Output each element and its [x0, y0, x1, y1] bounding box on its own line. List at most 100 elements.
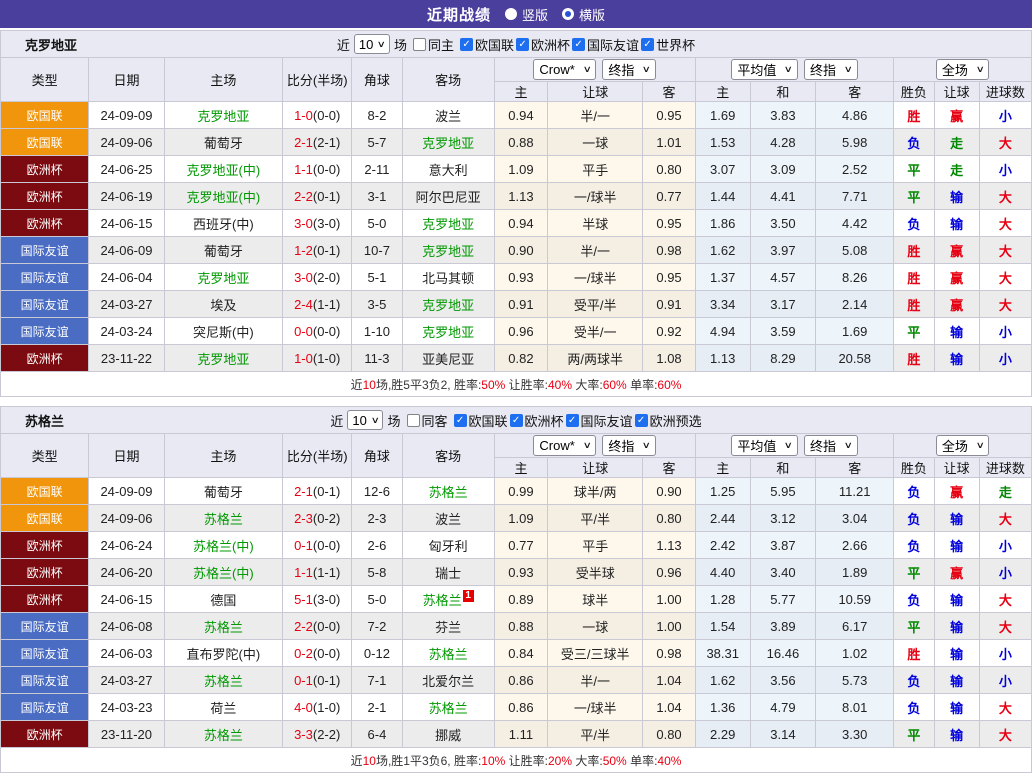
checkbox-checked-icon[interactable]: ✓: [453, 413, 467, 427]
checkbox-checked-icon[interactable]: ✓: [572, 37, 586, 51]
match-score: 2-4(1-1): [282, 290, 353, 318]
result-handicap: 输: [933, 504, 980, 532]
fulltime-score: 0-0: [294, 323, 313, 339]
match-count-select[interactable]: 10 ∨: [347, 410, 384, 430]
home-team-link[interactable]: 西班牙(中): [193, 217, 254, 232]
away-team-link[interactable]: 匈牙利: [429, 539, 468, 554]
away-team-link[interactable]: 克罗地亚: [422, 136, 474, 151]
away-team-link[interactable]: 北马其顿: [422, 271, 474, 286]
home-team-cell: 苏格兰(中): [163, 558, 284, 586]
radio-unselected-icon[interactable]: [504, 8, 517, 20]
league-filter[interactable]: ✓ 世界杯: [641, 35, 695, 54]
home-team-link[interactable]: 葡萄牙: [204, 244, 243, 259]
home-team-link[interactable]: 葡萄牙: [204, 485, 243, 500]
average-select[interactable]: 平均值 ∨: [731, 435, 798, 456]
home-team-link[interactable]: 克罗地亚: [197, 352, 249, 367]
home-team-cell: 苏格兰: [163, 504, 284, 532]
league-filter[interactable]: ✓ 欧洲杯: [516, 35, 570, 54]
result-outcome: 平: [893, 317, 935, 345]
league-filter[interactable]: ✓ 国际友谊: [565, 411, 633, 430]
away-team-link[interactable]: 克罗地亚: [422, 298, 474, 313]
away-team-link[interactable]: 克罗地亚: [422, 217, 474, 232]
checkbox-checked-icon[interactable]: ✓: [460, 37, 474, 51]
away-team-link[interactable]: 苏格兰: [423, 593, 462, 608]
col-corner: 角球: [351, 57, 403, 102]
halftime-score: (3-0): [312, 215, 341, 231]
summary-segment: 让胜率:: [505, 377, 548, 392]
checkbox-checked-icon[interactable]: ✓: [516, 37, 530, 51]
away-team-link[interactable]: 苏格兰: [429, 485, 468, 500]
scope-select[interactable]: 全场 ∨: [935, 59, 990, 80]
home-team-link[interactable]: 苏格兰: [204, 620, 243, 635]
result-outcome: 负: [893, 666, 935, 694]
league-badge: 欧洲杯: [0, 155, 90, 183]
league-filter[interactable]: ✓ 欧洲预选: [634, 411, 702, 430]
match-count-select[interactable]: 10 ∨: [353, 34, 390, 54]
away-team-link[interactable]: 阿尔巴尼亚: [416, 190, 481, 205]
radio-horizontal-layout[interactable]: 横版: [562, 5, 605, 24]
home-team-link[interactable]: 苏格兰: [204, 728, 243, 743]
scope-select[interactable]: 全场 ∨: [935, 435, 990, 456]
odds-handicap: 半/一: [547, 101, 644, 129]
league-badge: 欧国联: [0, 477, 90, 505]
home-team-link[interactable]: 克罗地亚: [197, 109, 249, 124]
result-goals: 大: [978, 504, 1032, 532]
away-team-link[interactable]: 亚美尼亚: [422, 352, 474, 367]
average-time-select[interactable]: 终指 ∨: [803, 435, 858, 456]
home-team-link[interactable]: 克罗地亚: [197, 271, 249, 286]
home-team-link[interactable]: 葡萄牙: [204, 136, 243, 151]
away-team-link[interactable]: 波兰: [435, 109, 461, 124]
odds-away: 0.80: [642, 720, 696, 748]
red-card-badge: 1: [462, 589, 474, 602]
away-team-link[interactable]: 芬兰: [435, 620, 461, 635]
away-team-link[interactable]: 苏格兰: [429, 647, 468, 662]
odds-time-select[interactable]: 终指 ∨: [602, 435, 657, 456]
scope-value: 全场: [941, 63, 968, 78]
radio-selected-icon[interactable]: [562, 8, 574, 20]
away-team-link[interactable]: 瑞士: [435, 566, 461, 581]
home-team-link[interactable]: 苏格兰: [204, 674, 243, 689]
match-date: 24-03-27: [88, 666, 165, 694]
home-team-link[interactable]: 苏格兰(中): [193, 566, 254, 581]
avg-draw: 5.95: [749, 477, 817, 505]
bookmaker-select[interactable]: Crow* ∨: [533, 59, 597, 80]
same-away-filter[interactable]: 同客: [406, 411, 448, 430]
home-team-link[interactable]: 德国: [210, 593, 236, 608]
average-time-select[interactable]: 终指 ∨: [803, 59, 858, 80]
same-home-filter[interactable]: 同主: [413, 35, 454, 54]
league-filter[interactable]: ✓ 国际友谊: [572, 35, 639, 54]
home-team-link[interactable]: 苏格兰: [204, 512, 243, 527]
away-team-link[interactable]: 克罗地亚: [422, 244, 474, 259]
checkbox-unchecked-icon[interactable]: [413, 37, 426, 51]
checkbox-checked-icon[interactable]: ✓: [634, 413, 648, 427]
home-team-link[interactable]: 苏格兰(中): [193, 539, 254, 554]
checkbox-checked-icon[interactable]: ✓: [641, 37, 655, 51]
checkbox-unchecked-icon[interactable]: [406, 413, 420, 427]
match-date: 24-09-06: [88, 128, 165, 156]
average-select[interactable]: 平均值 ∨: [731, 59, 798, 80]
match-date: 24-03-23: [88, 693, 165, 721]
league-filter[interactable]: ✓ 欧国联: [453, 411, 508, 430]
home-team-link[interactable]: 克罗地亚(中): [187, 190, 261, 205]
odds-home: 0.86: [493, 693, 549, 721]
away-team-link[interactable]: 意大利: [429, 163, 468, 178]
away-team-link[interactable]: 北爱尔兰: [422, 674, 474, 689]
avg-draw: 4.41: [749, 182, 817, 210]
home-team-link[interactable]: 埃及: [210, 298, 236, 313]
home-team-link[interactable]: 克罗地亚(中): [187, 163, 261, 178]
away-team-link[interactable]: 波兰: [435, 512, 461, 527]
checkbox-checked-icon[interactable]: ✓: [565, 413, 579, 427]
radio-vertical-layout[interactable]: 竖版: [504, 5, 548, 24]
league-filter[interactable]: ✓ 欧国联: [460, 35, 514, 54]
away-team-link[interactable]: 挪威: [435, 728, 461, 743]
odds-time-select[interactable]: 终指 ∨: [602, 59, 657, 80]
away-team-link[interactable]: 克罗地亚: [422, 325, 474, 340]
home-team-link[interactable]: 突尼斯(中): [193, 325, 254, 340]
home-team-link[interactable]: 荷兰: [210, 701, 236, 716]
league-filter[interactable]: ✓ 欧洲杯: [509, 411, 564, 430]
home-team-link[interactable]: 直布罗陀(中): [187, 647, 261, 662]
checkbox-checked-icon[interactable]: ✓: [509, 413, 523, 427]
away-team-link[interactable]: 苏格兰: [429, 701, 468, 716]
bookmaker-select[interactable]: Crow* ∨: [533, 435, 597, 456]
fulltime-score: 2-2: [294, 618, 313, 634]
